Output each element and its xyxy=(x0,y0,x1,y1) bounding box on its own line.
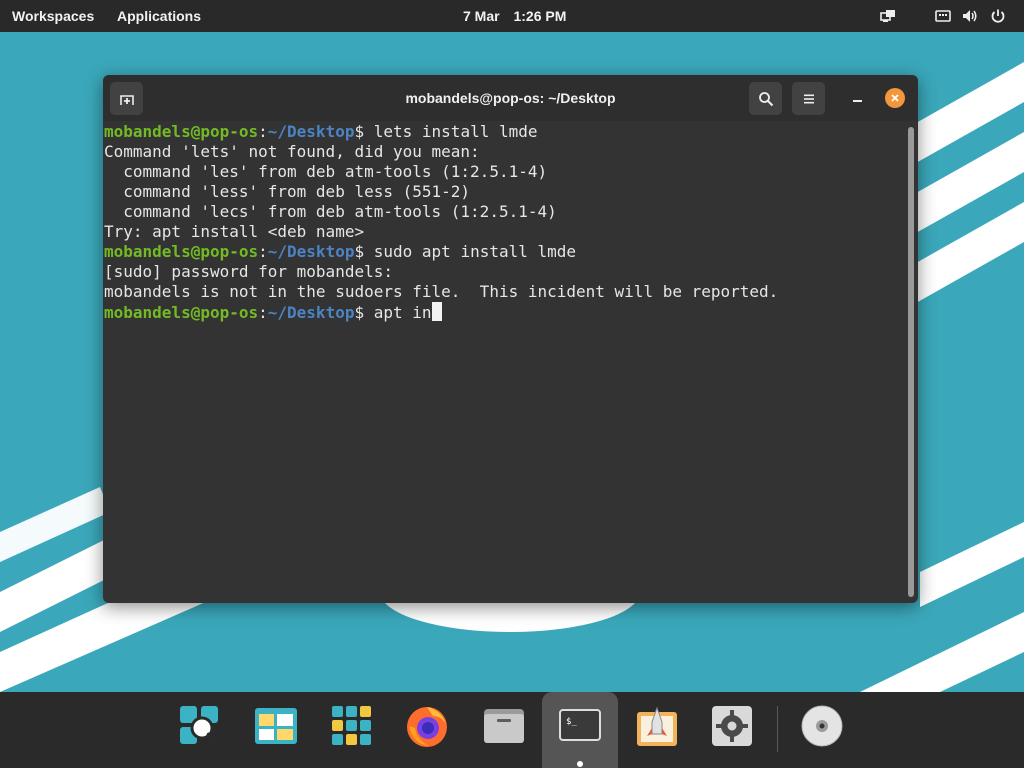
terminal-line: Command 'lets' not found, did you mean: xyxy=(104,142,480,161)
minimize-icon[interactable] xyxy=(848,87,868,109)
dock-separator xyxy=(777,706,778,752)
svg-text:$_: $_ xyxy=(566,717,577,727)
terminal-output[interactable]: mobandels@pop-os:~/Desktop$ lets install… xyxy=(103,121,903,603)
app-grid-icon[interactable] xyxy=(330,704,374,748)
search-icon xyxy=(758,91,773,106)
terminal-line: mobandels is not in the sudoers file. Th… xyxy=(104,282,779,301)
close-icon xyxy=(891,94,899,102)
terminal-line: [sudo] password for mobandels: xyxy=(104,262,393,281)
clock-date: 7 Mar xyxy=(463,8,500,24)
launcher-icon[interactable] xyxy=(178,704,222,748)
terminal-line: command 'les' from deb atm-tools (1:2.5.… xyxy=(104,162,548,181)
disc-icon[interactable] xyxy=(800,704,844,748)
new-tab-icon xyxy=(119,94,134,105)
workspaces-icon[interactable] xyxy=(254,704,298,748)
terminal-line: mobandels@pop-os:~/Desktop$ sudo apt ins… xyxy=(104,242,577,261)
clock-button[interactable]: 7 Mar 1:26 PM xyxy=(463,0,576,32)
firefox-icon[interactable] xyxy=(405,704,449,748)
clock-time: 1:26 PM xyxy=(513,8,567,24)
search-button[interactable] xyxy=(749,82,782,115)
volume-icon[interactable] xyxy=(962,8,978,24)
settings-icon[interactable] xyxy=(710,704,754,748)
terminal-line: mobandels@pop-os:~/Desktop$ apt in xyxy=(104,302,442,322)
applications-button[interactable]: Applications xyxy=(117,0,201,32)
top-panel: Workspaces Applications 7 Mar 1:26 PM xyxy=(0,0,1024,32)
dock: $_ xyxy=(0,692,1024,768)
terminal-line: Try: apt install <deb name> xyxy=(104,222,365,241)
power-icon[interactable] xyxy=(990,8,1006,24)
window-titlebar[interactable]: mobandels@pop-os: ~/Desktop xyxy=(103,75,918,121)
terminal-line: command 'lecs' from deb atm-tools (1:2.5… xyxy=(104,202,557,221)
terminal-window: mobandels@pop-os: ~/Desktop mobandels@po… xyxy=(103,75,918,603)
running-indicator xyxy=(577,761,583,767)
network-icon[interactable] xyxy=(880,8,896,24)
close-button[interactable] xyxy=(885,88,905,108)
popshop-icon[interactable] xyxy=(635,704,679,748)
text-cursor xyxy=(431,302,442,321)
keyboard-icon[interactable] xyxy=(935,8,951,24)
terminal-line: mobandels@pop-os:~/Desktop$ lets install… xyxy=(104,122,538,141)
new-tab-button[interactable] xyxy=(110,82,143,115)
terminal-scrollbar[interactable] xyxy=(906,125,915,600)
menu-icon xyxy=(803,94,814,103)
scrollbar-thumb[interactable] xyxy=(908,127,914,597)
terminal-icon[interactable]: $_ xyxy=(558,704,602,748)
workspaces-button[interactable]: Workspaces xyxy=(12,0,94,32)
menu-button[interactable] xyxy=(792,82,825,115)
files-icon[interactable] xyxy=(482,704,526,748)
terminal-line: command 'less' from deb less (551-2) xyxy=(104,182,471,201)
